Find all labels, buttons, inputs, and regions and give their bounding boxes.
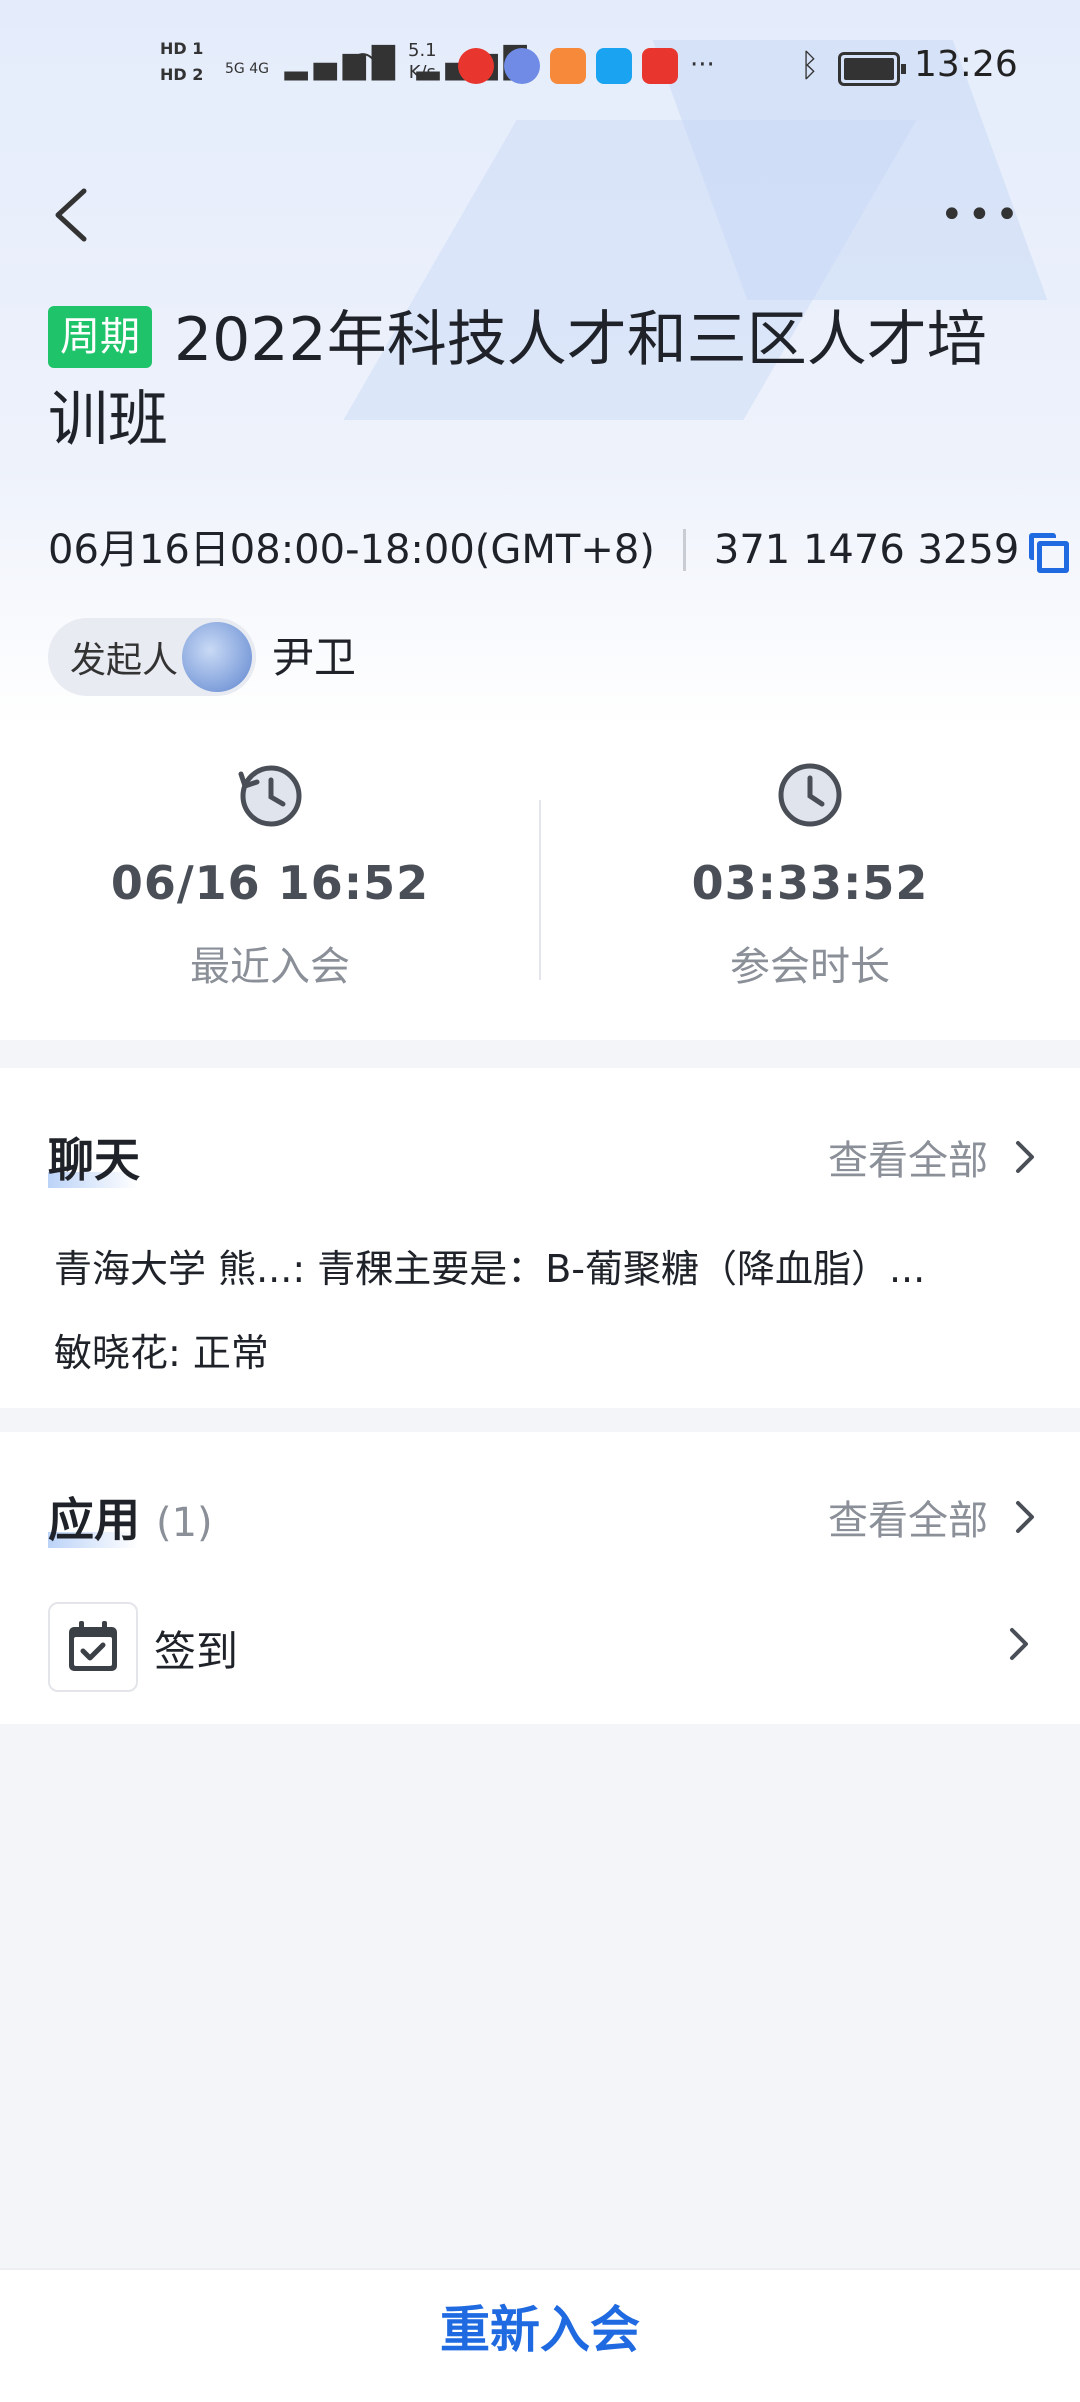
apps-view-all-button[interactable]: 查看全部	[828, 1488, 1036, 1546]
divider	[682, 529, 686, 571]
meeting-title-text: 2022年科技人才和三区人才培训班	[48, 305, 987, 455]
chat-message[interactable]: 青海大学 熊...: 青稞主要是：B-葡聚糖（降血脂）...	[54, 1238, 925, 1293]
meeting-id[interactable]: 371 1476 3259	[714, 520, 1019, 580]
search-app-icon	[596, 48, 632, 84]
stat-last-joined: 06/16 16:52 最近入会	[0, 760, 540, 992]
host-pill: 发起人	[48, 618, 256, 696]
video-app-icon	[550, 48, 586, 84]
meeting-info: 06月16日08:00-18:00(GMT+8) 371 1476 3259	[48, 520, 1070, 580]
recurring-badge: 周期	[48, 306, 152, 368]
history-clock-icon	[238, 765, 302, 827]
chat-title: 聊天	[48, 1133, 140, 1188]
network-speed: 5.1 K/s	[408, 40, 437, 83]
chevron-left-icon	[55, 188, 87, 242]
chevron-right-icon	[1016, 1501, 1034, 1533]
bluetooth-icon: ᛒ	[800, 46, 820, 84]
more-options-button[interactable]: •••	[940, 195, 1019, 235]
copy-icon[interactable]	[1029, 533, 1070, 573]
stat-value: 06/16 16:52	[110, 856, 430, 910]
app-name: 签到	[154, 1627, 239, 1676]
meeting-time-range: 06月16日08:00-18:00(GMT+8)	[48, 527, 655, 573]
music-icon	[504, 48, 540, 84]
apps-count: (1)	[156, 1500, 213, 1546]
host-label: 发起人	[70, 640, 179, 681]
clock-icon	[778, 763, 842, 827]
more-dots-icon: •••	[940, 192, 1023, 238]
back-button[interactable]	[48, 185, 98, 245]
wifi-icon: ◠	[348, 44, 378, 84]
avatar[interactable]	[182, 622, 252, 692]
clock-time: 13:26	[914, 44, 1018, 85]
apps-section: 应用 (1) 查看全部 签到	[0, 1432, 1080, 1724]
bottom-bar: 重新入会	[0, 2268, 1080, 2402]
chat-view-all-button[interactable]: 查看全部	[828, 1128, 1036, 1186]
rejoin-button[interactable]: 重新入会	[0, 2270, 1080, 2402]
app-notification-icon	[458, 48, 494, 84]
more-notifications: ···	[690, 50, 715, 80]
meeting-title: 周期 2022年科技人才和三区人才培训班	[48, 300, 1038, 460]
stat-value: 03:33:52	[691, 856, 929, 910]
chevron-right-icon	[1016, 1141, 1034, 1173]
chevron-right-icon	[1010, 1628, 1028, 1660]
stat-label: 最近入会	[190, 944, 350, 990]
health-app-icon	[642, 48, 678, 84]
chat-message[interactable]: 敏晓花: 正常	[54, 1322, 269, 1377]
calendar-check-icon	[69, 1621, 117, 1671]
app-item-checkin[interactable]: 签到	[48, 1602, 1038, 1692]
stat-label: 参会时长	[730, 944, 890, 990]
host-name: 尹卫	[272, 633, 357, 682]
apps-title: 应用 (1)	[48, 1493, 213, 1548]
notification-icons	[458, 48, 678, 84]
battery-icon	[838, 52, 906, 86]
app-tile[interactable]	[48, 1602, 138, 1692]
chat-section: 聊天 查看全部 青海大学 熊...: 青稞主要是：B-葡聚糖（降血脂）... 敏…	[0, 1068, 1080, 1408]
hd-indicator: HD 1 HD 2	[160, 39, 204, 84]
section-gap	[0, 1044, 1080, 1068]
status-bar: HD 1 HD 2 5G 4G ▂▄▆█ ▂▄▆█ ◠ 5.1 K/s ··· …	[0, 0, 1080, 140]
stat-duration: 03:33:52 参会时长	[540, 760, 1080, 992]
